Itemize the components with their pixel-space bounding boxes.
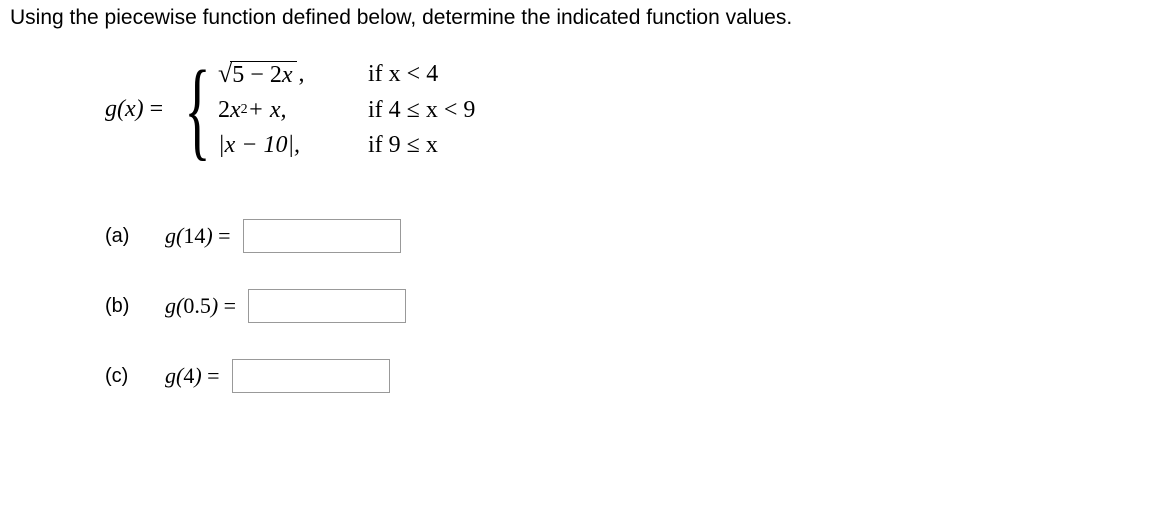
part-b-input[interactable] [248, 289, 406, 323]
piece-1: √ 5 − 2x , if x < 4 [218, 61, 475, 89]
piece-2-expr: 2x2 + x, [218, 97, 368, 124]
piece-3-expr: |x − 10|, [218, 132, 368, 159]
part-c-equation: g(4) = [165, 363, 220, 389]
part-c-label: (c) [105, 365, 165, 388]
part-c-input[interactable] [232, 359, 390, 393]
part-b-equation: g(0.5) = [165, 293, 236, 319]
piecewise-definition: g(x) = { √ 5 − 2x , if x < 4 2x2 + x, if… [105, 60, 1144, 159]
part-b: (b) g(0.5) = [105, 289, 1144, 323]
piece-2-cond: if 4 ≤ x < 9 [368, 97, 475, 124]
part-a-equation: g(14) = [165, 223, 231, 249]
brace-icon: { [184, 60, 210, 159]
pieces-container: √ 5 − 2x , if x < 4 2x2 + x, if 4 ≤ x < … [218, 61, 475, 159]
piece-3: |x − 10|, if 9 ≤ x [218, 132, 475, 159]
instruction-text: Using the piecewise function defined bel… [10, 6, 1144, 30]
piece-1-cond: if x < 4 [368, 61, 438, 88]
function-lhs: g(x) = [105, 96, 163, 123]
part-c: (c) g(4) = [105, 359, 1144, 393]
piece-2: 2x2 + x, if 4 ≤ x < 9 [218, 97, 475, 124]
part-b-label: (b) [105, 295, 165, 318]
piece-3-cond: if 9 ≤ x [368, 132, 438, 159]
piece-1-expr: √ 5 − 2x , [218, 61, 368, 89]
sqrt-icon: √ 5 − 2x [218, 61, 296, 89]
part-a-label: (a) [105, 225, 165, 248]
part-a-input[interactable] [243, 219, 401, 253]
answer-parts: (a) g(14) = (b) g(0.5) = (c) g(4) = [105, 219, 1144, 393]
part-a: (a) g(14) = [105, 219, 1144, 253]
